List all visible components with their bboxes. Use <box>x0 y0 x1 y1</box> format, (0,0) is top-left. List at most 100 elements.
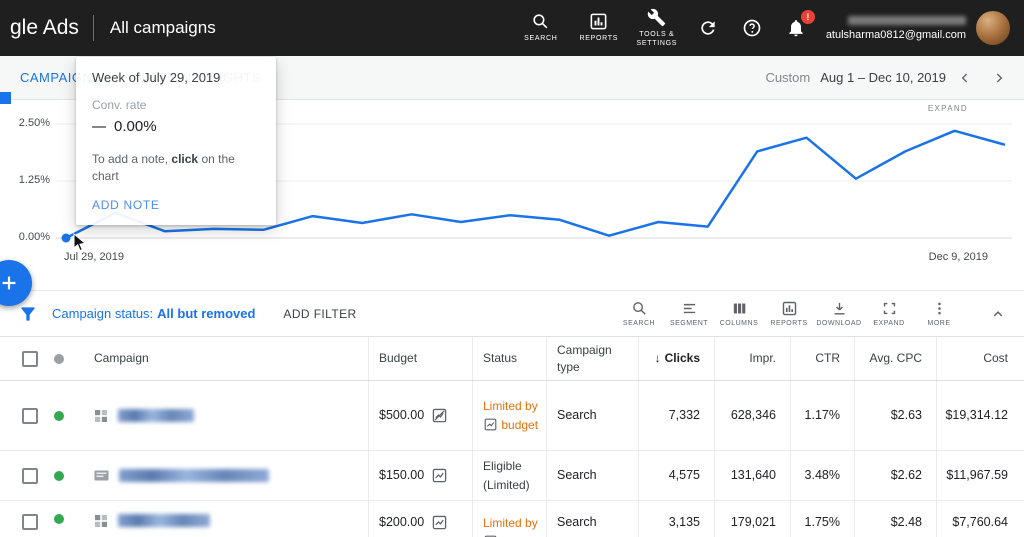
chevron-right-icon <box>991 70 1007 86</box>
row-checkbox[interactable] <box>22 408 38 424</box>
chevron-left-icon <box>957 70 973 86</box>
budget-report-icon[interactable] <box>432 408 447 423</box>
toolbar-download-button[interactable]: DOWNLOAD <box>814 300 864 327</box>
campaign-status-eligible: Eligible (Limited) <box>483 457 542 494</box>
budget-report-icon[interactable] <box>432 468 447 483</box>
column-header-campaign-type[interactable]: Campaign type <box>546 337 638 380</box>
topbar-tools-settings-button[interactable]: TOOLS & SETTINGS <box>628 0 686 56</box>
status-cell: Eligible (Limited) <box>472 451 546 500</box>
column-header-budget[interactable]: Budget <box>368 337 472 380</box>
impressions-cell: 131,640 <box>714 451 790 500</box>
column-header-avg-cpc[interactable]: Avg. CPC <box>854 337 936 380</box>
filter-toolbar: Campaign status:All but removed ADD FILT… <box>0 290 1024 337</box>
campaign-type-cell: Search <box>546 451 638 500</box>
date-next-button[interactable] <box>984 63 1014 93</box>
cost-cell: $11,967.59 <box>936 451 1024 500</box>
row-checkbox[interactable] <box>22 468 38 484</box>
topbar-divider <box>93 15 94 41</box>
column-header-status[interactable]: Status <box>472 337 546 380</box>
active-tab-edge-accent <box>0 92 11 104</box>
budget-cell[interactable]: $150.00 <box>368 451 472 500</box>
y-axis-tick: 1.25% <box>4 174 50 186</box>
cost-cell: $19,314.12 <box>936 381 1024 450</box>
date-range-preset[interactable]: Custom <box>765 70 810 85</box>
bid-strategy-icon[interactable] <box>484 418 497 431</box>
campaign-thumbnail-icon <box>94 514 108 528</box>
reports-icon <box>781 300 798 317</box>
budget-cell[interactable]: $200.00 <box>368 501 472 537</box>
status-enabled-dot <box>54 514 64 524</box>
tooltip-metric-value: 0.00% <box>114 118 157 135</box>
toolbar-search-button[interactable]: SEARCH <box>614 300 664 327</box>
column-header-campaign[interactable]: Campaign <box>86 337 368 380</box>
avg-cpc-cell: $2.62 <box>854 451 936 500</box>
notification-badge: ! <box>801 10 815 24</box>
avatar[interactable] <box>976 11 1010 45</box>
note-tooltip: Week of July 29, 2019 Conv. rate 0.00% T… <box>76 57 276 225</box>
row-checkbox[interactable] <box>22 514 38 530</box>
tooltip-note-text: To add a note, click on the chart <box>92 151 260 185</box>
column-header-impressions[interactable]: Impr. <box>714 337 790 380</box>
select-all-checkbox[interactable] <box>22 351 38 367</box>
help-button[interactable] <box>732 8 772 48</box>
clicks-cell: 3,135 <box>638 501 714 537</box>
status-enabled-dot <box>54 411 64 421</box>
budget-report-icon[interactable] <box>432 515 447 530</box>
budget-cell[interactable]: $500.00 <box>368 381 472 450</box>
refresh-button[interactable] <box>688 8 728 48</box>
page-title: All campaigns <box>110 18 216 38</box>
account-email: atulsharma0812@gmail.com <box>826 29 966 41</box>
date-range-picker: Custom Aug 1 – Dec 10, 2019 <box>765 63 1014 93</box>
ctr-cell: 1.17% <box>790 381 854 450</box>
sort-desc-icon: ↓ <box>655 350 661 366</box>
campaign-name-redacted[interactable] <box>119 469 269 482</box>
help-icon <box>742 18 762 38</box>
campaign-name-redacted[interactable] <box>118 514 210 527</box>
campaign-thumbnail-icon <box>94 469 109 482</box>
top-app-bar: gle Ads All campaigns SEARCH REPORTS TOO… <box>0 0 1024 56</box>
account-info[interactable]: atulsharma0812@gmail.com <box>826 16 966 41</box>
add-filter-button[interactable]: ADD FILTER <box>283 307 356 321</box>
filter-funnel-icon <box>18 304 38 324</box>
expand-chart-button[interactable]: EXPAND <box>928 104 968 113</box>
avg-cpc-cell: $2.63 <box>854 381 936 450</box>
download-icon <box>831 300 848 317</box>
impressions-cell: 628,346 <box>714 381 790 450</box>
date-range-value[interactable]: Aug 1 – Dec 10, 2019 <box>820 70 946 85</box>
status-enabled-dot <box>54 471 64 481</box>
tooltip-metric-label: Conv. rate <box>92 98 260 112</box>
account-name-redacted <box>848 16 966 25</box>
add-note-button[interactable]: ADD NOTE <box>92 198 260 212</box>
toolbar-reports-button[interactable]: REPORTS <box>764 300 814 327</box>
y-axis-tick: 2.50% <box>4 117 50 129</box>
series-dash-icon <box>92 126 106 128</box>
table-header-row: Campaign Budget Status Campaign type ↓Cl… <box>0 337 1024 381</box>
columns-icon <box>731 300 748 317</box>
table-tools: SEARCH SEGMENT COLUMNS REPORTS DOWNLOAD … <box>614 300 964 327</box>
search-icon <box>631 300 648 317</box>
column-header-ctr[interactable]: CTR <box>790 337 854 380</box>
toolbar-expand-button[interactable]: EXPAND <box>864 300 914 327</box>
campaign-name-redacted[interactable] <box>118 409 194 422</box>
y-axis-tick: 0.00% <box>4 231 50 243</box>
toolbar-columns-button[interactable]: COLUMNS <box>714 300 764 327</box>
campaign-type-cell: Search <box>546 381 638 450</box>
reports-icon <box>589 12 608 31</box>
toolbar-more-button[interactable]: MORE <box>914 300 964 327</box>
mouse-cursor <box>73 233 87 253</box>
plus-icon <box>0 272 20 294</box>
campaign-status-filter[interactable]: Campaign status:All but removed <box>52 306 255 321</box>
toolbar-segment-button[interactable]: SEGMENT <box>664 300 714 327</box>
column-header-cost[interactable]: Cost <box>936 337 1024 380</box>
date-prev-button[interactable] <box>950 63 980 93</box>
notifications-button[interactable]: ! <box>776 8 816 48</box>
campaign-type-cell: Search <box>546 501 638 537</box>
topbar-reports-button[interactable]: REPORTS <box>570 0 628 56</box>
ctr-cell: 3.48% <box>790 451 854 500</box>
app-logo[interactable]: gle Ads <box>10 16 79 40</box>
expand-icon <box>881 300 898 317</box>
topbar-search-button[interactable]: SEARCH <box>512 0 570 56</box>
campaigns-table: Campaign Budget Status Campaign type ↓Cl… <box>0 337 1024 537</box>
column-header-clicks[interactable]: ↓Clicks <box>638 337 714 380</box>
collapse-chart-button[interactable] <box>980 296 1016 332</box>
